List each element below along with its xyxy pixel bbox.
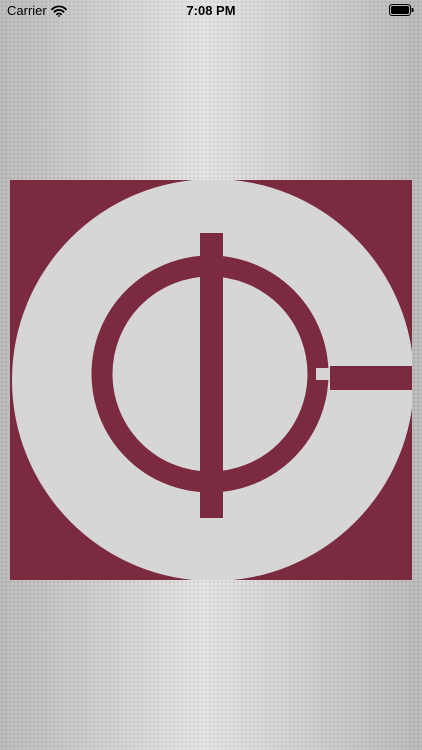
logo-horizontal-bar bbox=[330, 366, 412, 390]
logo-vertical-stem bbox=[200, 233, 223, 518]
brand-logo bbox=[10, 180, 412, 580]
